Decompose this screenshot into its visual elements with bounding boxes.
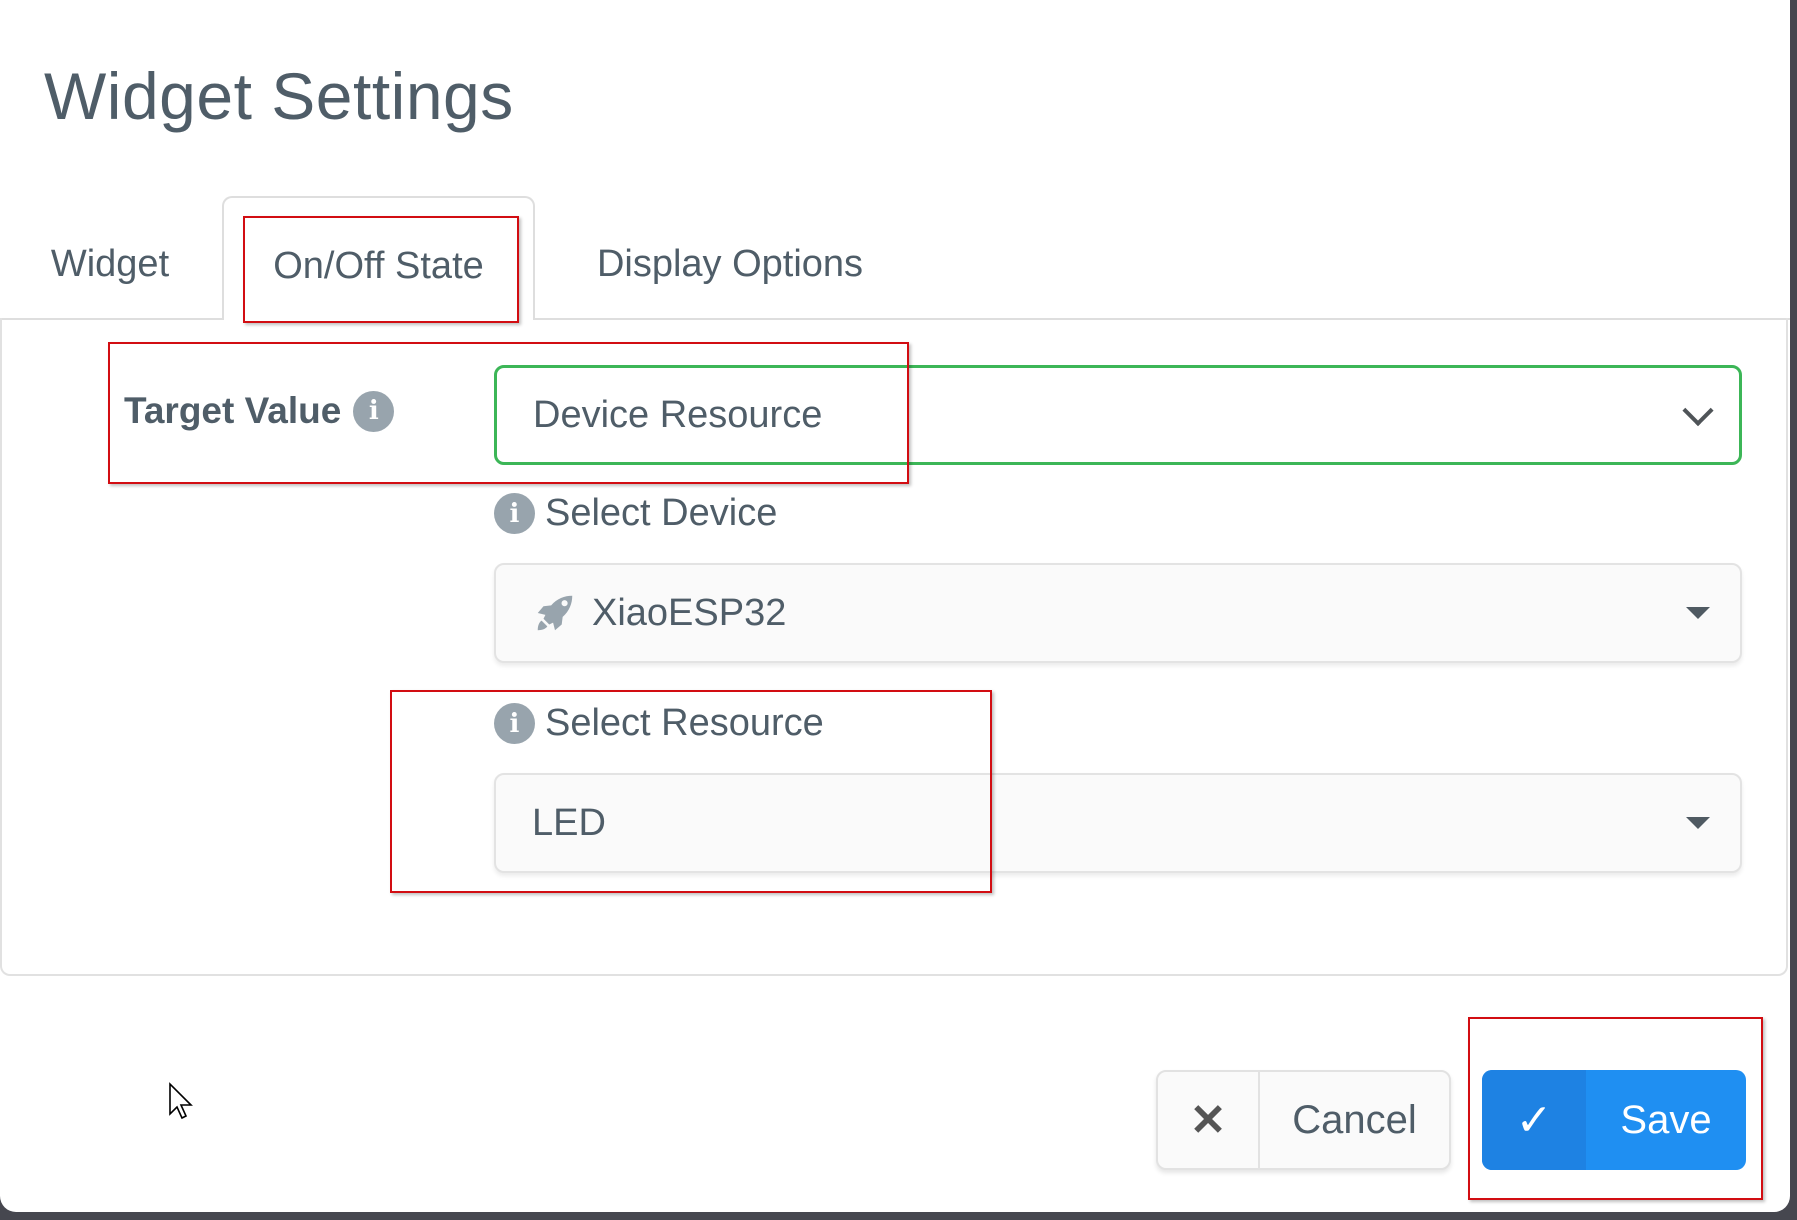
info-circle-icon[interactable]: i bbox=[494, 493, 535, 534]
widget-settings-dialog: Widget Settings Widget On/Off State Disp… bbox=[0, 0, 1790, 1212]
save-button[interactable]: ✓ Save bbox=[1482, 1070, 1746, 1170]
caret-down-icon bbox=[1686, 817, 1710, 829]
target-value-select[interactable]: Device Resource bbox=[494, 365, 1742, 465]
cancel-button[interactable]: ✕ Cancel bbox=[1156, 1070, 1451, 1170]
tab-display-options[interactable]: Display Options bbox=[560, 196, 900, 318]
check-icon: ✓ bbox=[1482, 1070, 1586, 1170]
device-selected: XiaoESP32 bbox=[592, 591, 787, 634]
tab-on-off-state[interactable]: On/Off State bbox=[222, 196, 535, 320]
info-circle-icon[interactable]: i bbox=[353, 390, 395, 432]
mouse-cursor-icon bbox=[169, 1082, 193, 1120]
caret-down-icon bbox=[1686, 607, 1710, 619]
info-circle-icon[interactable]: i bbox=[494, 703, 535, 744]
select-resource-label: i Select Resource bbox=[494, 702, 824, 745]
select-resource-label-text: Select Resource bbox=[545, 702, 824, 744]
dialog-title: Widget Settings bbox=[44, 59, 514, 133]
save-label: Save bbox=[1620, 1097, 1712, 1142]
cancel-label: Cancel bbox=[1292, 1097, 1417, 1142]
select-device-label: i Select Device bbox=[494, 492, 777, 535]
device-select[interactable]: XiaoESP32 bbox=[494, 563, 1742, 663]
chevron-down-icon bbox=[1682, 395, 1714, 427]
resource-select[interactable]: LED bbox=[494, 773, 1742, 873]
target-value-selected: Device Resource bbox=[533, 393, 823, 436]
select-device-label-text: Select Device bbox=[545, 492, 778, 534]
target-value-label-text: Target Value bbox=[124, 390, 342, 431]
close-icon: ✕ bbox=[1158, 1072, 1260, 1168]
resource-selected: LED bbox=[532, 801, 606, 844]
target-value-label: Target Value i bbox=[124, 390, 395, 432]
rocket-icon bbox=[537, 595, 573, 631]
tab-widget[interactable]: Widget bbox=[20, 196, 200, 318]
